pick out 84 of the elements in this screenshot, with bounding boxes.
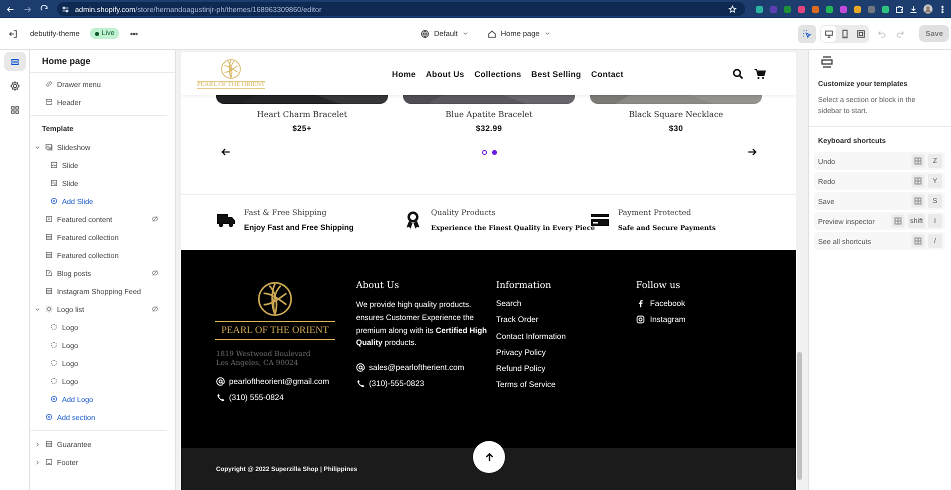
photo-icon (50, 179, 58, 187)
edit-icon (45, 269, 53, 277)
phone-number: (310) 555-0824 (229, 393, 284, 402)
product-name[interactable]: Black Square Necklace (628, 110, 724, 119)
product-price: $30 (668, 124, 684, 133)
product-name[interactable]: Heart Charm Bracelet (256, 110, 348, 119)
scroll-to-top-button[interactable] (473, 441, 505, 473)
globe-icon (420, 28, 430, 38)
footer-link[interactable]: Search (496, 299, 636, 308)
footer-link[interactable]: Track Order (496, 315, 636, 324)
brand-name: PEARL OF THE ORIENT (215, 321, 335, 340)
nav-link[interactable]: Home (392, 68, 416, 78)
chevron-down-icon[interactable] (34, 144, 40, 150)
email-link[interactable]: pearloftheorient@gmail.com (229, 377, 330, 386)
search-icon[interactable] (732, 68, 744, 80)
nav-link[interactable]: Contact (591, 68, 624, 78)
arrow-up-icon (484, 452, 494, 462)
social-link[interactable]: Instagram (650, 314, 686, 324)
arrow-right-icon[interactable] (747, 147, 758, 157)
add-icon (50, 197, 58, 205)
at-sign-icon (356, 363, 365, 372)
reload-icon[interactable] (40, 4, 49, 14)
chevron-down-icon[interactable] (34, 306, 40, 312)
phone-number: (310)-555-0823 (369, 379, 424, 388)
phone-icon (356, 379, 365, 388)
header-layout-icon (45, 98, 53, 106)
template-icon (820, 55, 834, 69)
rows-icon (45, 233, 53, 241)
profile-avatar[interactable] (923, 4, 933, 14)
logo-mark-icon (256, 280, 294, 318)
add-icon (45, 413, 53, 421)
footer-link[interactable]: Refund Policy (496, 364, 636, 374)
arrow-left-icon[interactable] (221, 147, 231, 157)
rows-icon (45, 287, 53, 295)
text-block-icon (45, 215, 53, 223)
footer-layout-icon (45, 458, 53, 466)
footer-heading: Follow us (636, 280, 682, 291)
nav-link[interactable]: Best Selling (531, 68, 582, 78)
cursor-icon (802, 28, 812, 38)
site-settings-icon[interactable] (61, 4, 70, 14)
image-stack-icon (45, 143, 53, 151)
inspector-toggle[interactable] (798, 24, 816, 42)
eye-off-icon[interactable] (151, 269, 159, 277)
chevron-down-icon (544, 30, 551, 37)
footer-link[interactable]: Terms of Service (496, 380, 636, 390)
link-icon (45, 80, 53, 88)
download-icon[interactable] (909, 4, 918, 14)
at-sign-icon (216, 377, 225, 386)
nav-link[interactable]: Collections (474, 68, 522, 78)
forward-icon[interactable] (23, 4, 32, 14)
add-icon (50, 395, 58, 403)
image-icon (50, 161, 58, 169)
email-link[interactable]: sales@pearloftherient.com (369, 363, 464, 372)
back-icon[interactable] (6, 4, 15, 14)
chevron-right-icon[interactable] (34, 458, 40, 466)
carousel-dot[interactable] (482, 150, 486, 154)
nav-link[interactable]: About Us (426, 68, 464, 78)
home-icon (486, 28, 497, 38)
footer-link[interactable]: Privacy Policy (496, 348, 636, 357)
puzzle-icon[interactable] (895, 4, 904, 14)
footer-heading: About Us (356, 280, 400, 291)
eye-off-icon[interactable] (151, 215, 159, 223)
sections-icon[interactable] (4, 52, 26, 71)
phone-icon (216, 393, 225, 402)
footer-heading: Information (496, 280, 552, 291)
instagram-icon (636, 314, 645, 324)
product-price: $32.99 (476, 124, 502, 133)
desktop-icon[interactable] (821, 26, 836, 42)
social-link[interactable]: Facebook (650, 299, 686, 308)
product-price: $25+ (292, 124, 312, 133)
chevron-down-icon (462, 30, 469, 37)
sidebar-title: Home page (30, 50, 175, 73)
rows-icon (45, 251, 53, 259)
star-icon[interactable] (728, 4, 737, 14)
exit-icon[interactable] (8, 28, 18, 38)
product-name[interactable]: Blue Apatite Bracelet (446, 110, 532, 119)
chevron-right-icon[interactable] (34, 440, 40, 448)
logo-mark-icon (220, 58, 242, 80)
rows-icon (45, 440, 53, 448)
cart-icon[interactable] (754, 68, 766, 80)
facebook-icon (636, 299, 645, 308)
footer-link[interactable]: Contact Information (496, 332, 636, 341)
eye-off-icon[interactable] (151, 305, 159, 313)
carousel-dot[interactable] (492, 150, 496, 154)
